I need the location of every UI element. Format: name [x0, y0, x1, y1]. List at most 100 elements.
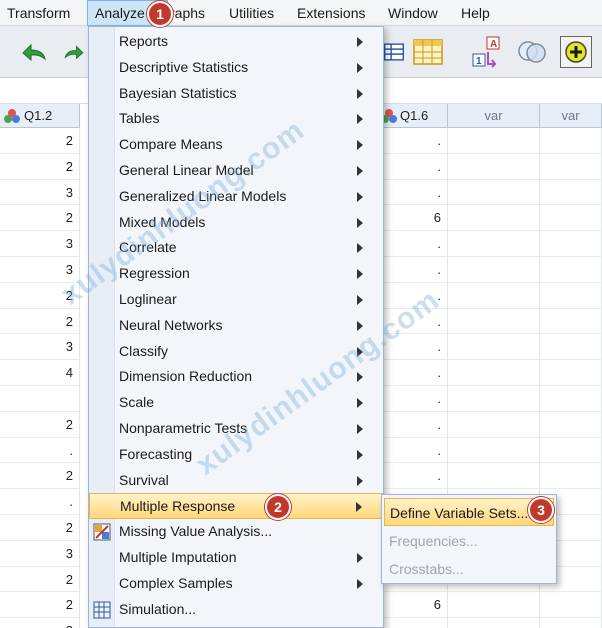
- cell-q12[interactable]: 2: [0, 463, 80, 490]
- value-labels-button[interactable]: A1: [470, 36, 502, 68]
- cell-q16[interactable]: .: [380, 179, 448, 206]
- cell-var[interactable]: [540, 618, 602, 628]
- cell-q12[interactable]: 2: [0, 128, 80, 154]
- data-view-button[interactable]: [384, 36, 404, 68]
- menu-item-complex-samples[interactable]: Complex Samples: [89, 571, 383, 597]
- cell-q12[interactable]: 2: [0, 282, 80, 309]
- cell-var[interactable]: [540, 386, 602, 412]
- cell-q12[interactable]: 3: [0, 231, 80, 257]
- cell-var[interactable]: [540, 153, 602, 180]
- menu-item-generalized-linear-models[interactable]: Generalized Linear Models: [89, 184, 383, 210]
- cell-var[interactable]: [448, 592, 540, 619]
- menu-item-nonparametric-tests[interactable]: Nonparametric Tests: [89, 416, 383, 442]
- undo-button[interactable]: [18, 36, 50, 68]
- cell-var[interactable]: [540, 205, 602, 232]
- cell-q12[interactable]: 3: [0, 179, 80, 206]
- use-sets-button[interactable]: [516, 36, 548, 68]
- cell-var[interactable]: [448, 463, 540, 490]
- cell-var[interactable]: [540, 282, 602, 309]
- cell-var[interactable]: [448, 128, 540, 154]
- column-header-q12[interactable]: Q1.2: [0, 104, 80, 128]
- menu-help[interactable]: Help: [454, 0, 502, 26]
- cell-q12[interactable]: 3: [0, 540, 80, 567]
- cell-q16[interactable]: .: [380, 463, 448, 490]
- menu-window[interactable]: Window: [381, 0, 454, 26]
- cell-var[interactable]: [448, 360, 540, 386]
- menu-item-survival[interactable]: Survival: [89, 468, 383, 494]
- cell-q12[interactable]: 2: [0, 566, 80, 593]
- cell-q16[interactable]: .: [380, 618, 448, 628]
- cell-q12[interactable]: 2: [0, 515, 80, 541]
- menu-item-descriptive-statistics[interactable]: Descriptive Statistics: [89, 55, 383, 81]
- cell-q16[interactable]: .: [380, 334, 448, 361]
- menu-item-dimension-reduction[interactable]: Dimension Reduction: [89, 364, 383, 390]
- menu-item-mixed-models[interactable]: Mixed Models: [89, 210, 383, 236]
- redo-button[interactable]: [62, 36, 86, 68]
- cell-q12[interactable]: 3: [0, 257, 80, 283]
- menu-graphs[interactable]: raphs: [168, 0, 222, 26]
- menu-item-tables[interactable]: Tables: [89, 106, 383, 132]
- cell-q16[interactable]: .: [380, 437, 448, 464]
- cell-q16[interactable]: .: [380, 360, 448, 386]
- cell-q16[interactable]: .: [380, 386, 448, 412]
- cell-q12[interactable]: 2: [0, 308, 80, 335]
- cell-var[interactable]: [448, 618, 540, 628]
- cell-q16[interactable]: .: [380, 257, 448, 283]
- cell-var[interactable]: [448, 334, 540, 361]
- cell-q16[interactable]: .: [380, 231, 448, 257]
- cell-q12[interactable]: .: [0, 437, 80, 464]
- cell-var[interactable]: [540, 360, 602, 386]
- menu-item-forecasting[interactable]: Forecasting: [89, 442, 383, 468]
- cell-q12[interactable]: 4: [0, 360, 80, 386]
- cell-var[interactable]: [448, 153, 540, 180]
- cell-q16[interactable]: .: [380, 128, 448, 154]
- variable-view-button[interactable]: [412, 36, 444, 68]
- menu-item-multiple-response[interactable]: Multiple Response: [89, 493, 383, 520]
- cell-var[interactable]: [448, 282, 540, 309]
- cell-var[interactable]: [540, 411, 602, 438]
- add-button[interactable]: [560, 36, 592, 68]
- menu-item-multiple-imputation[interactable]: Multiple Imputation: [89, 545, 383, 571]
- cell-q12[interactable]: .: [0, 489, 80, 515]
- menu-item-neural-networks[interactable]: Neural Networks: [89, 313, 383, 339]
- cell-q16[interactable]: 6: [380, 592, 448, 619]
- cell-q16[interactable]: .: [380, 308, 448, 335]
- menu-item-simulation[interactable]: Simulation...: [89, 597, 383, 623]
- cell-var[interactable]: [448, 205, 540, 232]
- menu-item-bayesian-statistics[interactable]: Bayesian Statistics: [89, 81, 383, 107]
- menu-item-compare-means[interactable]: Compare Means: [89, 132, 383, 158]
- menu-item-correlate[interactable]: Correlate: [89, 235, 383, 261]
- cell-var[interactable]: [540, 463, 602, 490]
- column-header-q16[interactable]: Q1.6: [380, 104, 448, 128]
- cell-var[interactable]: [448, 308, 540, 335]
- cell-q12[interactable]: 2: [0, 618, 80, 628]
- cell-var[interactable]: [540, 179, 602, 206]
- cell-var[interactable]: [448, 411, 540, 438]
- menu-utilities[interactable]: Utilities: [222, 0, 290, 26]
- cell-q12[interactable]: 2: [0, 411, 80, 438]
- cell-q12[interactable]: 3: [0, 334, 80, 361]
- cell-var[interactable]: [448, 437, 540, 464]
- cell-var[interactable]: [540, 231, 602, 257]
- menu-item-reports[interactable]: Reports: [89, 29, 383, 55]
- cell-q16[interactable]: 6: [380, 205, 448, 232]
- cell-var[interactable]: [448, 179, 540, 206]
- cell-var[interactable]: [540, 257, 602, 283]
- cell-var[interactable]: [448, 231, 540, 257]
- cell-q12[interactable]: 2: [0, 153, 80, 180]
- menu-item-regression[interactable]: Regression: [89, 261, 383, 287]
- menu-extensions[interactable]: Extensions: [290, 0, 381, 26]
- cell-q16[interactable]: .: [380, 153, 448, 180]
- cell-var[interactable]: [540, 128, 602, 154]
- menu-item-classify[interactable]: Classify: [89, 339, 383, 365]
- column-header-var-1[interactable]: var: [448, 104, 540, 128]
- menu-item-loglinear[interactable]: Loglinear: [89, 287, 383, 313]
- cell-q16[interactable]: .: [380, 411, 448, 438]
- menu-item-missing-value-analysis[interactable]: Missing Value Analysis...: [89, 519, 383, 545]
- menu-transform[interactable]: Transform: [0, 0, 87, 26]
- menu-item-general-linear-model[interactable]: General Linear Model: [89, 158, 383, 184]
- cell-var[interactable]: [540, 437, 602, 464]
- cell-q12[interactable]: [0, 386, 80, 412]
- cell-q12[interactable]: 2: [0, 592, 80, 619]
- cell-q16[interactable]: .: [380, 282, 448, 309]
